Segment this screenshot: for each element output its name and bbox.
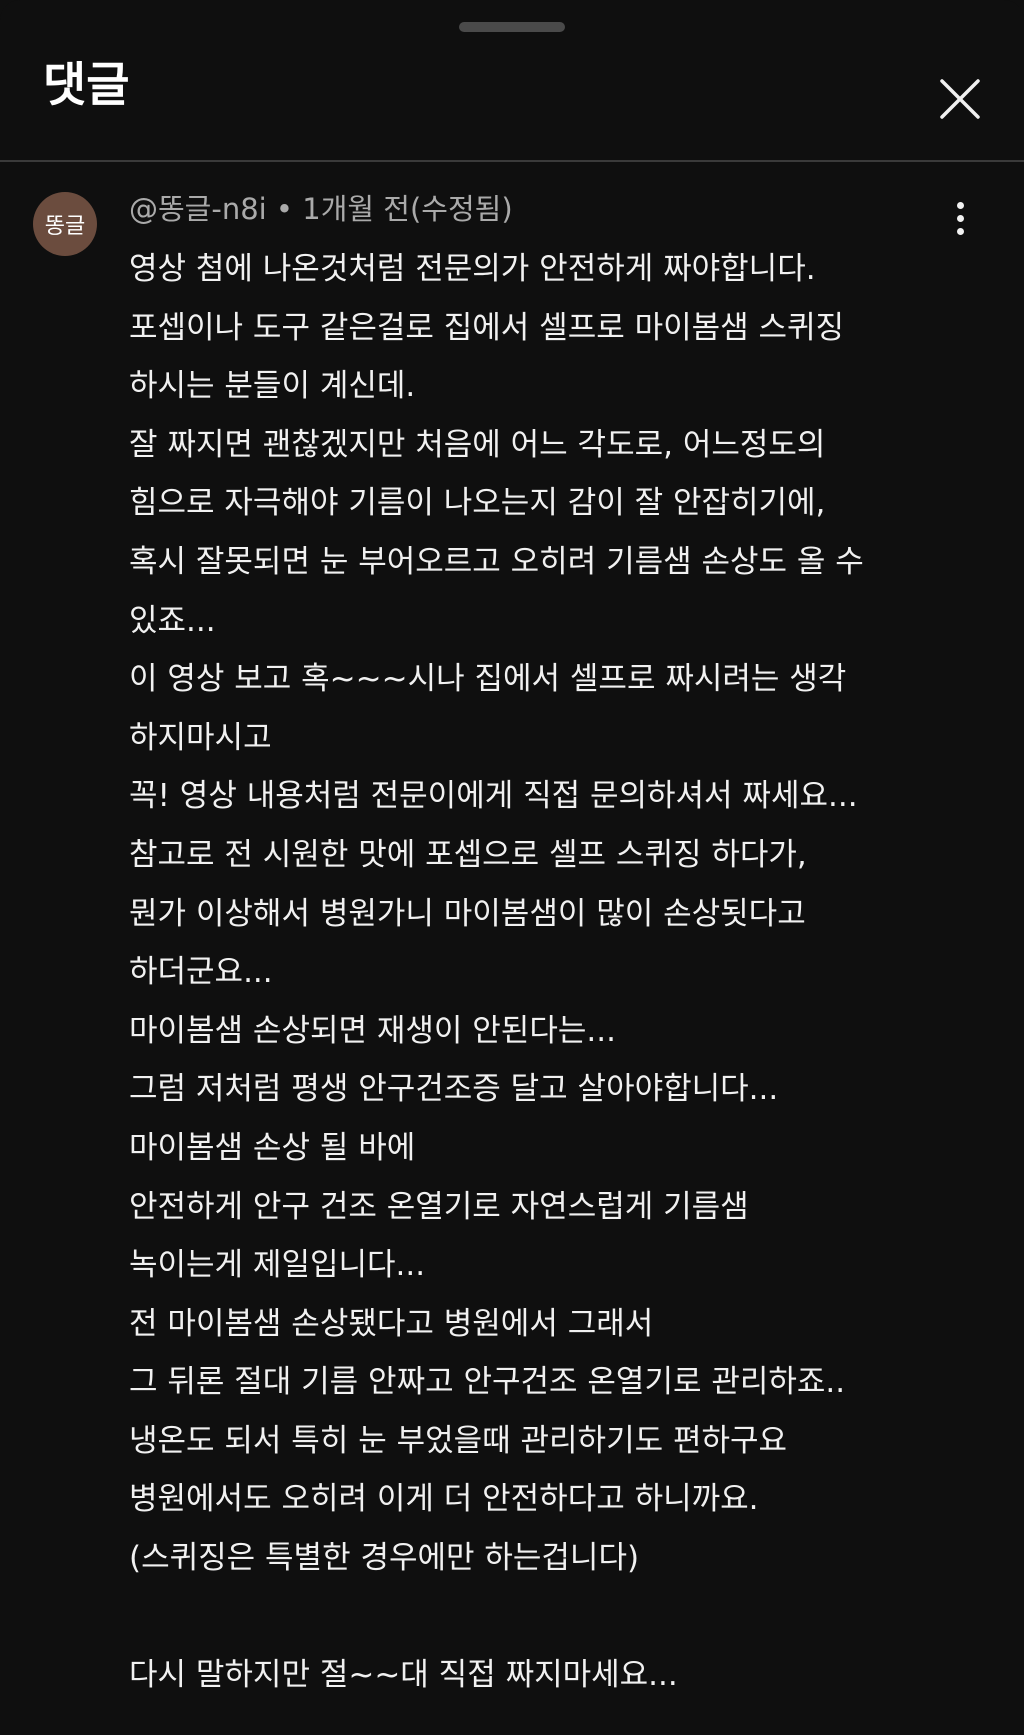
comment-line: 병원에서도 오히려 이게 더 안전하다고 하니까요. — [129, 1481, 759, 1518]
close-button[interactable] — [934, 73, 986, 125]
comment-line: 다시 말하지만 절~~대 직접 짜지마세요... — [129, 1657, 678, 1694]
comment-line: 혹시 잘못되면 눈 부어오르고 오히려 기름샘 손상도 올 수 — [129, 543, 864, 580]
comment-line: 하시는 분들이 계신데. — [129, 368, 416, 405]
comment-line: 이 영상 보고 혹~~~시나 집에서 셀프로 짜시려는 생각 — [129, 661, 847, 698]
comment-author-meta[interactable]: @똥글-n8i • 1개월 전(수정됨) — [129, 192, 513, 227]
comment-line: 마이봄샘 손상되면 재생이 안된다는... — [129, 1012, 616, 1049]
comment-line: 냉온도 되서 특히 눈 부었을때 관리하기도 편하구요 — [129, 1422, 788, 1459]
comment-line: 그 뒤론 절대 기름 안짜고 안구건조 온열기로 관리하죠.. — [129, 1364, 846, 1401]
page-title: 댓글 — [43, 58, 130, 113]
comment-line: 녹이는게 제일입니다... — [129, 1247, 426, 1284]
close-icon — [940, 79, 980, 119]
comment-line — [129, 1588, 969, 1647]
comment-line: 영상 첨에 나온것처럼 전문의가 안전하게 짜야합니다. — [129, 251, 816, 287]
comment-line: 그럼 저처럼 평생 안구건조증 달고 살아야합니다... — [129, 1071, 779, 1108]
comment-line: 전 마이봄샘 손상됐다고 병원에서 그래서 — [129, 1305, 654, 1342]
comment-line: 안전하게 안구 건조 온열기로 자연스럽게 기름샘 — [129, 1188, 749, 1225]
comment-text: 영상 첨에 나온것처럼 전문의가 안전하게 짜야합니다. 포셉이나 도구 같은걸로… — [129, 240, 969, 1705]
comment-line: 뭔가 이상해서 병원가니 마이봄샘이 많이 손상됫다고 — [129, 895, 806, 932]
comment-line: 마이봄샘 손상 될 바에 — [129, 1129, 416, 1166]
comment-line: 잘 짜지면 괜찮겠지만 처음에 어느 각도로, 어느정도의 — [129, 426, 826, 463]
comment-line: 꼭! 영상 내용처럼 전문이에게 직접 문의하셔서 짜세요... — [129, 778, 858, 815]
comment-line: 하지마시고 — [129, 719, 272, 756]
comments-sheet: 댓글 똥글 @똥글-n8i • 1개월 전(수정됨) 영상 첨에 나온것처럼 전… — [0, 0, 1024, 1735]
comments-header: 댓글 — [0, 0, 1024, 162]
avatar[interactable]: 똥글 — [33, 192, 97, 256]
comment-line: 있죠... — [129, 602, 216, 639]
comment-line: (스퀴징은 특별한 경우에만 하는겁니다) — [129, 1540, 640, 1577]
comment-line: 힘으로 자극해야 기름이 나오는지 감이 잘 안잡히기에, — [129, 485, 826, 522]
comment-line: 포셉이나 도구 같은걸로 집에서 셀프로 마이봄샘 스퀴징 — [129, 309, 845, 346]
comment-line: 하더군요... — [129, 954, 273, 991]
more-vert-icon — [945, 202, 975, 235]
comment-line: 참고로 전 시원한 맛에 포셉으로 셀프 스퀴징 하다가, — [129, 836, 807, 873]
